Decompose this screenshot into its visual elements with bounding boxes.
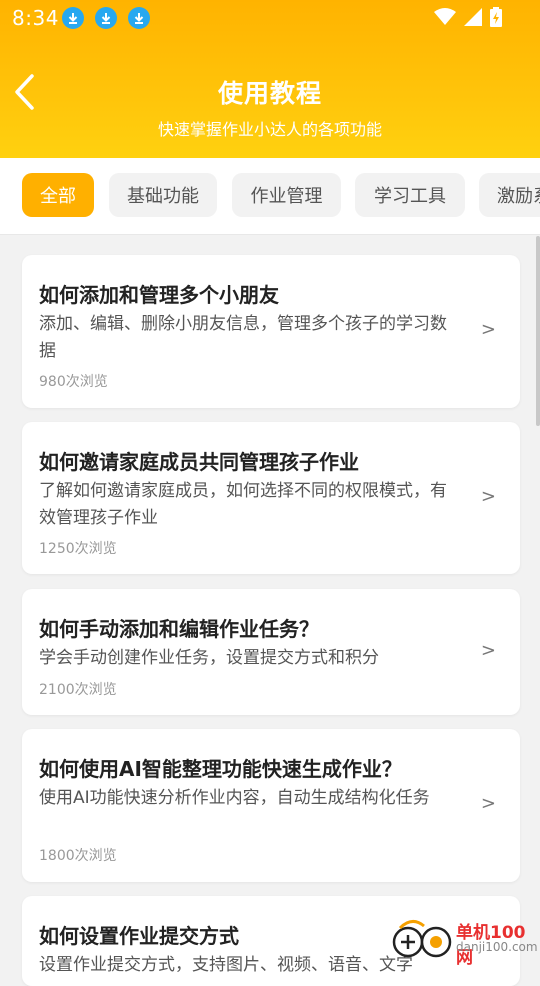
download-icon: [95, 7, 117, 29]
view-count: 1250次浏览: [39, 541, 117, 557]
status-icons: [434, 7, 502, 31]
tutorial-title: 如何邀请家庭成员共同管理孩子作业: [39, 450, 359, 474]
tab-basic-features[interactable]: 基础功能: [109, 173, 217, 217]
chevron-right-icon: >: [480, 319, 496, 340]
tab-incentive-system[interactable]: 激励系统: [479, 173, 540, 217]
watermark-url: danji100.com: [456, 940, 538, 954]
download-icon: [62, 7, 84, 29]
page-subtitle: 快速掌握作业小达人的各项功能: [157, 120, 382, 139]
tutorial-description: 添加、编辑、删除小朋友信息，管理多个孩子的学习数据: [39, 314, 447, 361]
download-icon: [128, 7, 150, 29]
watermark: 单机100网 danji100.com: [392, 916, 540, 968]
tab-all[interactable]: 全部: [22, 173, 94, 217]
chevron-right-icon: >: [480, 793, 496, 814]
tutorial-description: 使用AI功能快速分析作业内容，自动生成结构化任务: [39, 788, 430, 808]
tutorial-title: 如何手动添加和编辑作业任务？: [39, 617, 319, 641]
page-title: 使用教程: [217, 79, 322, 108]
header: 8:34 使用教程 快速掌握作业小达人的各项功能: [0, 0, 540, 158]
tab-learning-tools[interactable]: 学习工具: [355, 173, 465, 217]
view-count: 1800次浏览: [39, 848, 117, 864]
tab-homework-management[interactable]: 作业管理: [232, 173, 341, 217]
wifi-icon: [434, 8, 456, 30]
tutorial-card[interactable]: 如何手动添加和编辑作业任务？ 学会手动创建作业任务，设置提交方式和积分 2100…: [22, 589, 520, 715]
tutorial-title: 如何使用AI智能整理功能快速生成作业？: [39, 757, 402, 781]
status-time: 8:34: [12, 6, 59, 30]
tutorial-card[interactable]: 如何添加和管理多个小朋友 添加、编辑、删除小朋友信息，管理多个孩子的学习数据 9…: [22, 255, 520, 408]
tutorial-description: 学会手动创建作业任务，设置提交方式和积分: [39, 648, 379, 668]
signal-icon: [464, 8, 482, 30]
chevron-right-icon: >: [480, 486, 496, 507]
watermark-logo: [392, 920, 452, 958]
tutorial-card[interactable]: 如何邀请家庭成员共同管理孩子作业 了解如何邀请家庭成员，如何选择不同的权限模式，…: [22, 422, 520, 574]
view-count: 2100次浏览: [39, 682, 117, 698]
tutorial-title: 如何添加和管理多个小朋友: [39, 283, 279, 307]
tutorial-description: 了解如何邀请家庭成员，如何选择不同的权限模式，有效管理孩子作业: [39, 481, 447, 528]
category-tabs: 全部 基础功能 作业管理 学习工具 激励系统: [0, 158, 540, 235]
view-count: 980次浏览: [39, 374, 108, 390]
scrollbar[interactable]: [536, 236, 540, 426]
tutorial-card[interactable]: 如何使用AI智能整理功能快速生成作业？ 使用AI功能快速分析作业内容，自动生成结…: [22, 729, 520, 882]
status-bar: 8:34: [0, 0, 540, 36]
chevron-right-icon: >: [480, 640, 496, 661]
battery-charging-icon: [490, 7, 502, 31]
